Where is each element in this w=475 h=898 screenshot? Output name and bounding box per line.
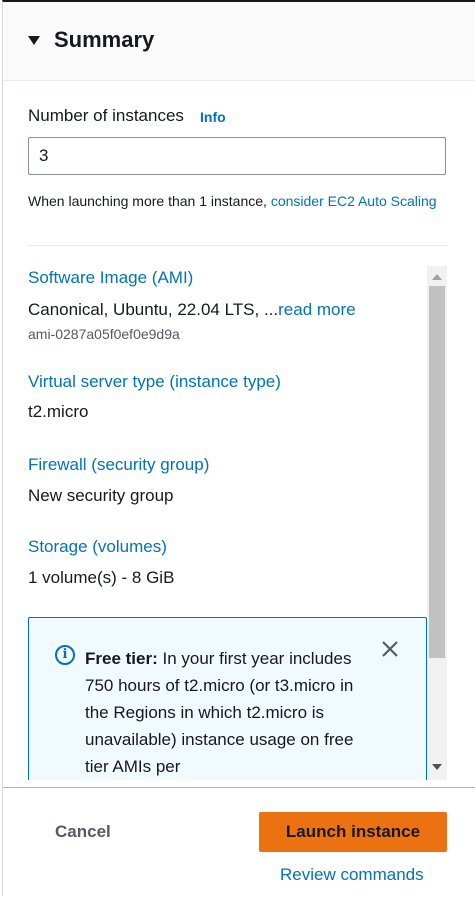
- free-tier-heading: Free tier:: [85, 649, 158, 668]
- read-more-link[interactable]: read more: [278, 300, 355, 319]
- free-tier-body: In your first year includes 750 hours of…: [85, 649, 354, 776]
- hint-text: When launching more than 1 instance,: [28, 193, 271, 209]
- ami-value: Canonical, Ubuntu, 22.04 LTS, ...read mo…: [28, 300, 356, 320]
- instances-input[interactable]: 3: [28, 137, 446, 175]
- firewall-link[interactable]: Firewall (security group): [28, 455, 209, 475]
- scrollbar[interactable]: [427, 266, 447, 780]
- instances-hint: When launching more than 1 instance, con…: [28, 191, 438, 211]
- storage-link[interactable]: Storage (volumes): [28, 537, 167, 557]
- instance-type-value: t2.micro: [28, 402, 89, 421]
- caret-down-icon[interactable]: [28, 36, 40, 45]
- summary-panel: Summary Number of instances Info 3 When …: [2, 0, 475, 898]
- close-icon[interactable]: [379, 638, 401, 660]
- scroll-down-arrow-icon[interactable]: [432, 764, 442, 770]
- info-icon: i: [55, 645, 75, 665]
- free-tier-text: Free tier: In your first year includes 7…: [85, 645, 375, 780]
- ami-id: ami-0287a05f0ef0e9d9a: [28, 326, 180, 342]
- scroll-up-arrow-icon[interactable]: [432, 274, 442, 280]
- launch-instance-button[interactable]: Launch instance: [259, 812, 447, 852]
- storage-value: 1 volume(s) - 8 GiB: [28, 568, 175, 587]
- summary-scroll-area: Software Image (AMI) Canonical, Ubuntu, …: [3, 246, 475, 780]
- cancel-button[interactable]: Cancel: [33, 822, 133, 844]
- free-tier-alert: i Free tier: In your first year includes…: [28, 617, 427, 780]
- scroll-thumb[interactable]: [429, 286, 445, 658]
- summary-header[interactable]: Summary: [3, 2, 475, 81]
- ami-name: Canonical, Ubuntu, 22.04 LTS, ...: [28, 300, 279, 319]
- info-link[interactable]: Info: [200, 109, 226, 125]
- ami-link[interactable]: Software Image (AMI): [28, 268, 193, 288]
- instances-label: Number of instances: [28, 106, 184, 125]
- summary-title: Summary: [54, 27, 155, 52]
- review-commands-link[interactable]: Review commands: [280, 865, 424, 885]
- auto-scaling-link[interactable]: consider EC2 Auto Scaling: [271, 193, 437, 209]
- firewall-value: New security group: [28, 486, 174, 505]
- instance-type-link[interactable]: Virtual server type (instance type): [28, 372, 281, 392]
